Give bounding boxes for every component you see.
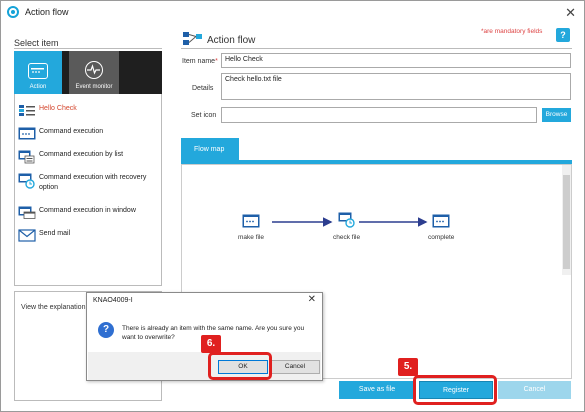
help-button[interactable]: ? bbox=[556, 28, 570, 42]
scrollbar-thumb[interactable] bbox=[563, 175, 570, 269]
dialog-cancel-button[interactable]: Cancel bbox=[270, 360, 320, 374]
title-bar: Action flow ✕ bbox=[1, 1, 584, 23]
item-type-tabs: Action Event monitor bbox=[14, 51, 162, 94]
command-icon bbox=[242, 214, 260, 228]
flow-node-label: check file bbox=[333, 234, 361, 241]
list-item-command-recovery[interactable]: Command execution with recovery option bbox=[18, 173, 153, 193]
list-item-label: Hello Check bbox=[39, 105, 77, 112]
explanation-text: View the explanation bbox=[21, 304, 86, 311]
callout-highlight-register bbox=[413, 375, 497, 405]
item-list: Hello Check Command execution Command ex… bbox=[14, 94, 162, 286]
tab-event-monitor-label: Event monitor bbox=[75, 84, 113, 90]
select-item-title: Select item bbox=[14, 38, 59, 48]
list-item-label: Command execution in window bbox=[39, 207, 136, 214]
cancel-button[interactable]: Cancel bbox=[498, 381, 571, 399]
list-item-command-window[interactable]: Command execution in window bbox=[18, 206, 136, 219]
tab-action-label: Action bbox=[29, 84, 47, 90]
command-recovery-icon bbox=[18, 173, 36, 189]
flow-node-check-file[interactable]: check file bbox=[333, 212, 360, 241]
callout-highlight-ok bbox=[208, 352, 272, 380]
dialog-title: KNAO4009-I bbox=[93, 297, 133, 304]
flow-map-scrollbar[interactable] bbox=[562, 165, 571, 275]
window-title: Action flow bbox=[25, 7, 69, 17]
item-name-input[interactable]: Hello Check bbox=[221, 53, 571, 68]
tab-event-monitor[interactable]: Event monitor bbox=[69, 51, 119, 94]
list-item-command-by-list[interactable]: Command execution by list bbox=[18, 150, 124, 164]
heartbeat-icon bbox=[85, 61, 103, 79]
mandatory-note: *are mandatory fields bbox=[481, 28, 543, 35]
app-icon bbox=[7, 6, 19, 18]
list-item-send-mail[interactable]: Send mail bbox=[18, 229, 70, 242]
dialog-close-icon[interactable]: ✕ bbox=[308, 294, 316, 305]
browse-button[interactable]: Browse bbox=[542, 108, 571, 122]
list-item-label: Send mail bbox=[39, 230, 71, 237]
save-as-file-button[interactable]: Save as file bbox=[339, 381, 415, 399]
tab-flow-map[interactable]: Flow map bbox=[181, 138, 239, 161]
action-flow-icon bbox=[183, 32, 203, 46]
list-item-label: Command execution with recovery option bbox=[39, 174, 147, 191]
divider bbox=[181, 48, 572, 49]
list-item-command-execution[interactable]: Command execution bbox=[18, 127, 103, 140]
command-icon bbox=[18, 127, 36, 140]
mail-icon bbox=[18, 229, 36, 242]
list-item-label: Command execution bbox=[39, 128, 104, 135]
action-flow-window: Action flow ✕ Select item Action Event m… bbox=[0, 0, 585, 412]
question-icon: ? bbox=[98, 322, 114, 338]
list-item-label: Command execution by list bbox=[39, 151, 124, 158]
flow-node-label: complete bbox=[428, 234, 455, 241]
set-icon-label: Set icon bbox=[191, 112, 217, 119]
command-recovery-icon bbox=[338, 212, 356, 228]
flow-node-label: make file bbox=[238, 234, 265, 241]
callout-step-6: 6. bbox=[201, 335, 221, 353]
item-name-label: Item name* bbox=[182, 58, 218, 65]
required-mark: * bbox=[215, 58, 218, 65]
item-name-label-text: Item name bbox=[182, 58, 216, 65]
flow-node-complete[interactable]: complete bbox=[428, 214, 454, 241]
callout-step-5: 5. bbox=[398, 358, 418, 376]
tab-action[interactable]: Action bbox=[14, 51, 62, 94]
flow-node-make-file[interactable]: make file bbox=[238, 214, 264, 241]
window-close-button[interactable]: ✕ bbox=[565, 5, 576, 21]
action-icon bbox=[28, 63, 48, 79]
details-label: Details bbox=[192, 85, 214, 92]
action-flow-title: Action flow bbox=[207, 35, 256, 46]
command-list-icon bbox=[18, 150, 36, 164]
list-item-hello-check[interactable]: Hello Check bbox=[18, 104, 77, 117]
set-icon-input[interactable] bbox=[221, 107, 537, 123]
command-window-icon bbox=[18, 206, 36, 219]
action-list-icon bbox=[18, 104, 36, 117]
details-textarea[interactable]: Check hello.txt file bbox=[221, 73, 571, 100]
divider bbox=[14, 48, 162, 49]
command-icon bbox=[432, 214, 450, 228]
dialog-footer: OK Cancel bbox=[88, 352, 321, 380]
